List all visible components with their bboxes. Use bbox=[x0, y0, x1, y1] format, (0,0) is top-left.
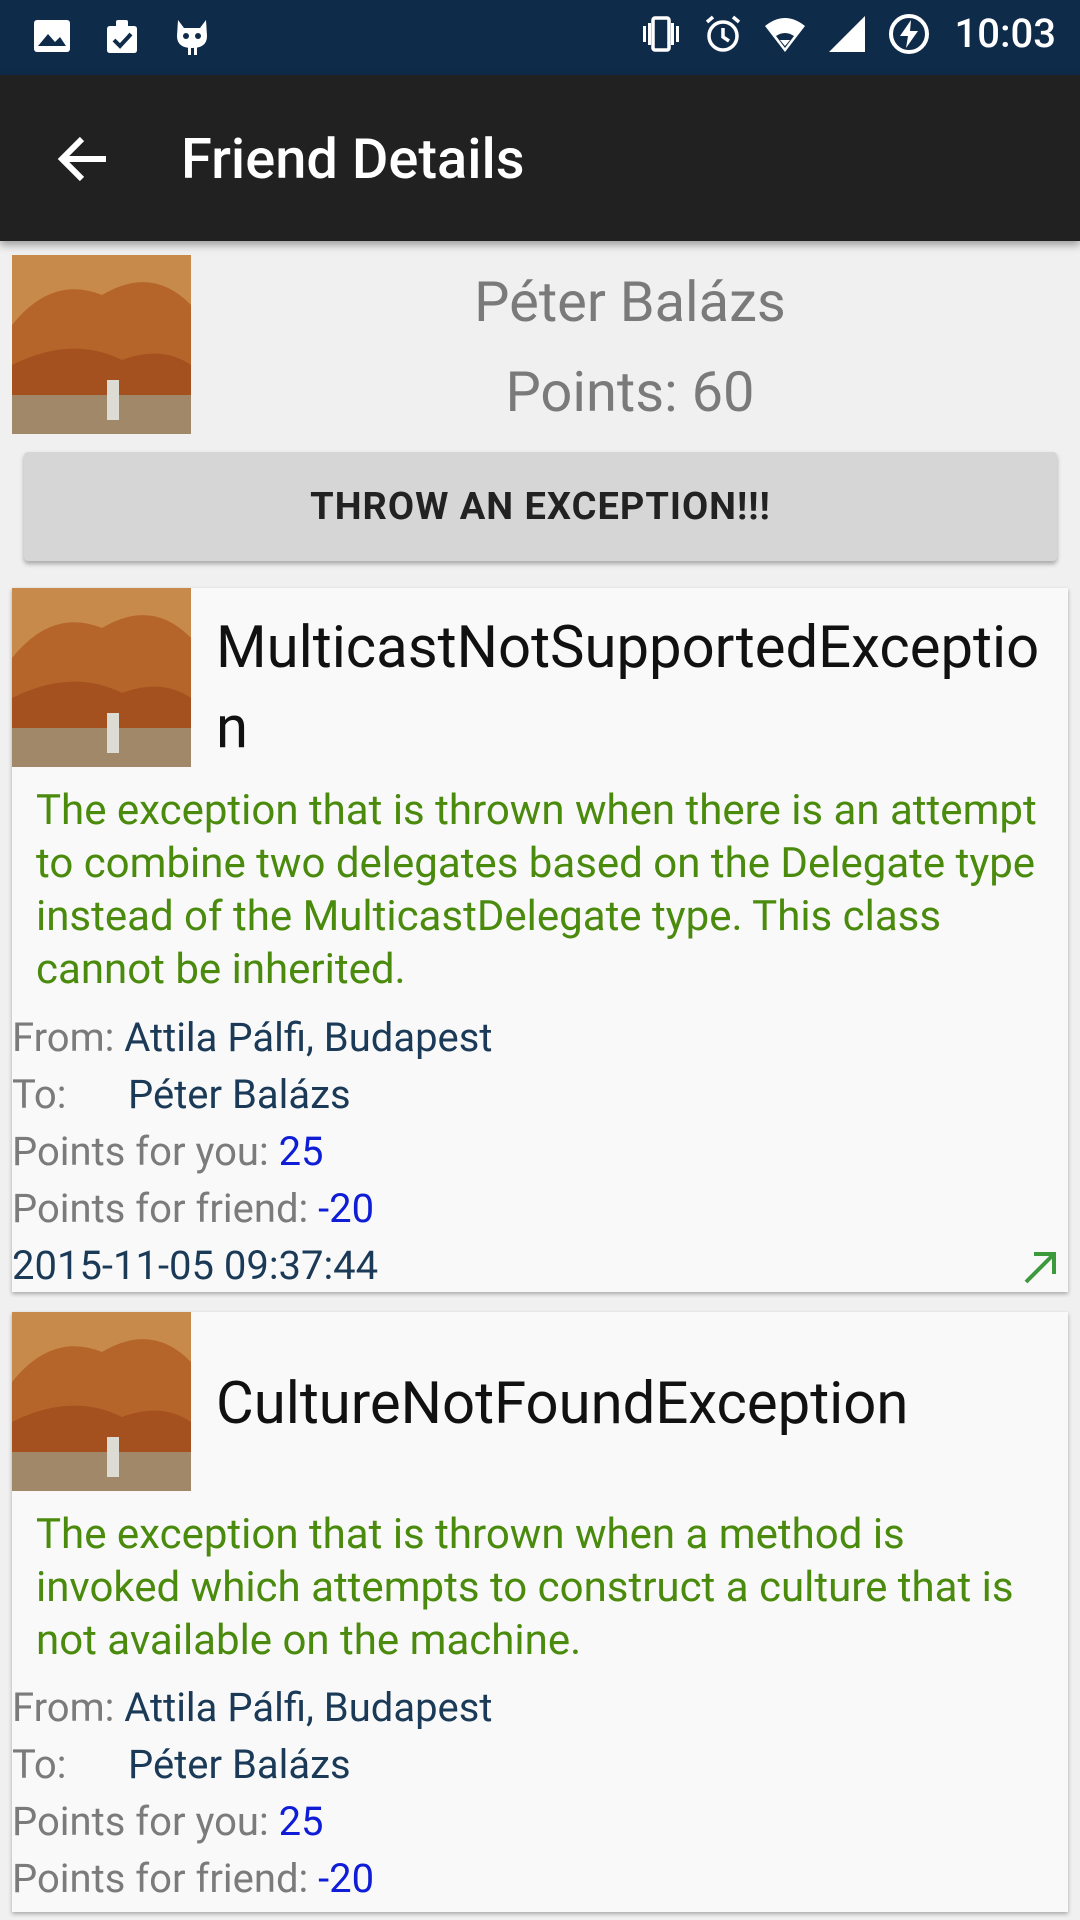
open-link-arrow-icon[interactable] bbox=[1020, 1248, 1060, 1288]
wifi-icon bbox=[764, 17, 805, 52]
from-value: Attila Pálfi, Budapest bbox=[124, 1684, 493, 1731]
signal-icon bbox=[828, 15, 865, 52]
page-title: Friend Details bbox=[181, 126, 525, 192]
points-friend-value: -20 bbox=[318, 1185, 375, 1232]
points-friend-label: Points for friend: bbox=[12, 1185, 309, 1232]
friend-avatar bbox=[12, 255, 191, 434]
exception-date: 2015-11-05 09:37:44 bbox=[12, 1242, 379, 1289]
from-label: From: bbox=[12, 1014, 115, 1061]
image-icon bbox=[34, 20, 70, 52]
to-label: To: bbox=[12, 1741, 67, 1788]
exception-card[interactable]: CultureNotFoundException The exception t… bbox=[12, 1312, 1068, 1912]
points-you-row: Points for you: 25 bbox=[12, 1126, 324, 1178]
exception-description: The exception that is thrown when a meth… bbox=[36, 1510, 1014, 1665]
points-friend-row: Points for friend: -20 bbox=[12, 1853, 374, 1905]
points-you-row: Points for you: 25 bbox=[12, 1796, 324, 1848]
clipboard-check-icon bbox=[107, 20, 137, 53]
exception-description: The exception that is thrown when there … bbox=[36, 786, 1037, 994]
clock-time: 10:03 bbox=[954, 10, 1056, 57]
battery-charging-icon bbox=[888, 13, 929, 54]
to-row: To: Péter Balázs bbox=[12, 1069, 612, 1121]
points-you-value: 25 bbox=[278, 1128, 324, 1175]
friend-points: Points: 60 bbox=[505, 359, 755, 425]
to-value: Péter Balázs bbox=[128, 1071, 351, 1118]
exception-title: CultureNotFoundException bbox=[216, 1370, 909, 1438]
throw-exception-button[interactable]: THROW AN EXCEPTION!!! bbox=[24, 452, 1057, 561]
points-friend-row: Points for friend: -20 bbox=[12, 1183, 374, 1235]
friend-name: Péter Balázs bbox=[474, 269, 786, 335]
alarm-icon bbox=[705, 15, 740, 52]
exception-title: MulticastNotSupportedException bbox=[216, 614, 1040, 762]
exception-card[interactable]: MulticastNotSupportedException The excep… bbox=[12, 588, 1068, 1292]
status-bar: 10:03 bbox=[0, 0, 1080, 75]
to-label: To: bbox=[12, 1071, 67, 1118]
vibrate-icon bbox=[642, 15, 679, 52]
points-you-value: 25 bbox=[278, 1798, 324, 1845]
cyanogen-mascot-icon bbox=[177, 20, 207, 55]
points-you-label: Points for you: bbox=[12, 1128, 269, 1175]
from-row: From: Attila Pálfi, Budapest bbox=[12, 1012, 493, 1064]
points-you-label: Points for you: bbox=[12, 1798, 269, 1845]
from-label: From: bbox=[12, 1684, 115, 1731]
back-arrow-icon[interactable] bbox=[52, 127, 116, 191]
app-toolbar: Friend Details bbox=[0, 75, 1080, 241]
points-friend-value: -20 bbox=[318, 1855, 375, 1902]
to-row: To: Péter Balázs bbox=[12, 1739, 612, 1791]
to-value: Péter Balázs bbox=[128, 1741, 351, 1788]
points-friend-label: Points for friend: bbox=[12, 1855, 309, 1902]
sender-avatar bbox=[12, 588, 191, 767]
from-row: From: Attila Pálfi, Budapest bbox=[12, 1682, 493, 1734]
sender-avatar bbox=[12, 1312, 191, 1491]
from-value: Attila Pálfi, Budapest bbox=[124, 1014, 493, 1061]
